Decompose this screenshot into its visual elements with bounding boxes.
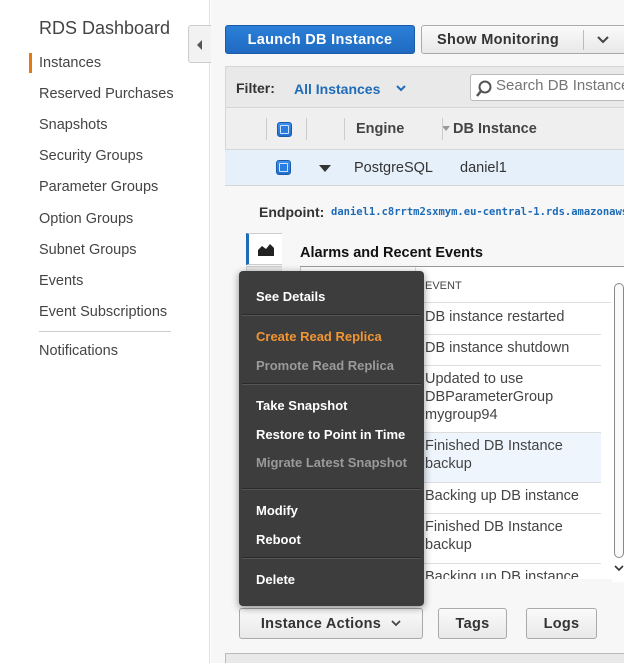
events-scrollbar[interactable]	[612, 279, 624, 582]
sort-icon[interactable]	[442, 126, 450, 131]
row-checkbox[interactable]	[276, 160, 291, 175]
menu-item-reboot[interactable]: Reboot	[256, 532, 301, 547]
menu-item-see-details[interactable]: See Details	[256, 289, 325, 304]
chevron-down-icon[interactable]	[396, 85, 406, 92]
search-input[interactable]	[496, 77, 624, 94]
show-monitoring-button[interactable]: Show Monitoring	[421, 25, 624, 54]
menu-item-modify[interactable]: Modify	[256, 503, 298, 518]
caret-down-icon[interactable]	[319, 165, 331, 172]
event-row: Updated to use DBParameterGroup mygroup9…	[416, 366, 601, 433]
event-row: Finished DB Instance backup	[416, 514, 601, 564]
sidebar-item-event-subscriptions[interactable]: Event Subscriptions	[39, 304, 167, 320]
chevron-down-icon	[391, 620, 401, 627]
event-row: DB instance restarted	[416, 304, 601, 335]
table-header: Engine DB Instance	[225, 108, 624, 150]
chevron-left-icon	[197, 40, 202, 50]
menu-divider	[242, 314, 421, 316]
event-row: Backing up DB instance	[416, 483, 601, 514]
sidebar-divider	[39, 331, 171, 332]
instance-actions-button[interactable]: Instance Actions	[239, 608, 423, 639]
menu-item-take-snapshot[interactable]: Take Snapshot	[256, 398, 348, 413]
sidebar-item-events[interactable]: Events	[39, 273, 83, 289]
menu-divider	[242, 557, 421, 559]
collapse-sidebar-button[interactable]	[188, 25, 211, 63]
sidebar-item-instances[interactable]: Instances	[39, 55, 101, 71]
alarms-title: Alarms and Recent Events	[300, 245, 483, 261]
menu-item-create-read-replica[interactable]: Create Read Replica	[256, 329, 382, 344]
column-header-engine[interactable]: Engine	[356, 121, 404, 137]
sidebar-item-option-groups[interactable]: Option Groups	[39, 211, 133, 227]
monitoring-tab[interactable]	[246, 233, 282, 265]
tags-button[interactable]: Tags	[438, 608, 507, 639]
filter-label: Filter:	[236, 80, 275, 96]
filter-bar: Filter: All Instances	[225, 66, 624, 108]
chevron-down-icon[interactable]	[614, 565, 624, 572]
column-divider	[442, 118, 443, 140]
menu-divider	[242, 488, 421, 490]
search-icon	[476, 80, 492, 97]
sidebar-item-snapshots[interactable]: Snapshots	[39, 117, 108, 133]
sidebar-title: RDS Dashboard	[39, 18, 171, 38]
events-column-header: Event	[425, 280, 462, 292]
event-row: DB instance shutdown	[416, 335, 601, 366]
sidebar-item-reserved-purchases[interactable]: Reserved Purchases	[39, 86, 174, 102]
menu-item-promote-read-replica: Promote Read Replica	[256, 358, 394, 373]
show-monitoring-label: Show Monitoring	[437, 32, 560, 48]
endpoint-value[interactable]: daniel1.c8rrtm2sxmym.eu-central-1.rds.am…	[331, 206, 624, 218]
menu-divider	[242, 383, 421, 385]
table-row[interactable]: PostgreSQL daniel1	[225, 150, 624, 186]
column-header-db-instance[interactable]: DB Instance	[453, 121, 537, 137]
launch-db-instance-button[interactable]: Launch DB Instance	[225, 25, 415, 54]
area-chart-icon	[258, 244, 274, 256]
column-divider	[306, 118, 307, 140]
sidebar-item-parameter-groups[interactable]: Parameter Groups	[39, 179, 158, 195]
menu-item-restore-to-point-in-time[interactable]: Restore to Point in Time	[256, 427, 405, 442]
next-panel	[225, 653, 624, 663]
event-row: Finished DB Instance backup	[416, 433, 601, 483]
sidebar-item-security-groups[interactable]: Security Groups	[39, 148, 143, 164]
instance-actions-label: Instance Actions	[260, 615, 382, 632]
filter-dropdown[interactable]: All Instances	[294, 81, 380, 97]
select-all-checkbox[interactable]	[277, 122, 292, 137]
sidebar: RDS Dashboard Instances Reserved Purchas…	[0, 0, 210, 663]
sidebar-item-notifications[interactable]: Notifications	[39, 343, 118, 359]
instance-actions-menu: See Details Create Read Replica Promote …	[239, 271, 424, 606]
active-indicator	[29, 53, 32, 73]
event-row: Backing up DB instance	[416, 564, 601, 579]
menu-item-delete[interactable]: Delete	[256, 572, 295, 587]
endpoint-label: Endpoint:	[259, 204, 325, 220]
cell-db-instance: daniel1	[460, 160, 507, 176]
column-divider	[344, 118, 345, 140]
button-divider	[583, 30, 584, 50]
menu-item-migrate-latest-snapshot: Migrate Latest Snapshot	[256, 455, 407, 470]
chevron-down-icon[interactable]	[597, 36, 609, 44]
column-divider	[266, 118, 267, 140]
scrollbar-thumb[interactable]	[614, 283, 624, 558]
search-box[interactable]	[470, 74, 624, 101]
cell-engine: PostgreSQL	[354, 160, 433, 176]
logs-button[interactable]: Logs	[526, 608, 597, 639]
sidebar-item-subnet-groups[interactable]: Subnet Groups	[39, 242, 137, 258]
